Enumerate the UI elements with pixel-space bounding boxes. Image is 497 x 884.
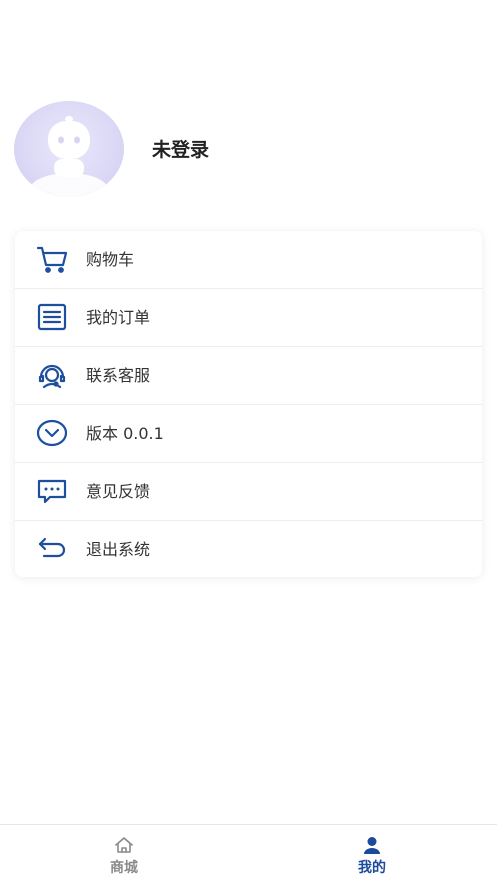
order-list-icon	[36, 302, 68, 332]
menu-item-label: 购物车	[86, 250, 135, 269]
menu-item-logout[interactable]: 退出系统	[15, 521, 482, 578]
avatar[interactable]	[14, 101, 124, 197]
tab-label: 我的	[358, 860, 386, 876]
tab-mall[interactable]: 商城	[0, 825, 248, 884]
menu-item-version[interactable]: 版本 0.0.1	[15, 405, 482, 463]
user-icon	[362, 836, 382, 858]
username: 未登录	[152, 139, 210, 161]
menu-item-label: 版本 0.0.1	[86, 424, 164, 443]
menu-item-feedback[interactable]: 意见反馈	[15, 463, 482, 521]
menu-item-label: 意见反馈	[86, 482, 151, 501]
profile-header: 未登录	[0, 95, 497, 205]
home-icon	[114, 836, 134, 858]
bottom-tab-bar: 商城 我的	[0, 824, 497, 884]
menu-item-cart[interactable]: 购物车	[15, 231, 482, 289]
chevron-down-circle-icon	[36, 418, 68, 448]
back-arrow-icon	[36, 534, 68, 564]
customer-service-icon	[36, 360, 68, 390]
feedback-chat-icon	[36, 476, 68, 506]
menu-item-label: 我的订单	[86, 308, 151, 327]
robot-avatar-icon	[29, 116, 109, 197]
cart-icon	[36, 244, 68, 274]
tab-mine[interactable]: 我的	[248, 825, 496, 884]
menu-item-customer-service[interactable]: 联系客服	[15, 347, 482, 405]
menu-list: 购物车 我的订单 联系客服 版本 0.0.1 意见反馈 退出系统	[15, 231, 482, 577]
menu-item-label: 联系客服	[86, 366, 151, 385]
menu-item-label: 退出系统	[86, 540, 151, 559]
menu-item-orders[interactable]: 我的订单	[15, 289, 482, 347]
tab-label: 商城	[110, 860, 138, 876]
